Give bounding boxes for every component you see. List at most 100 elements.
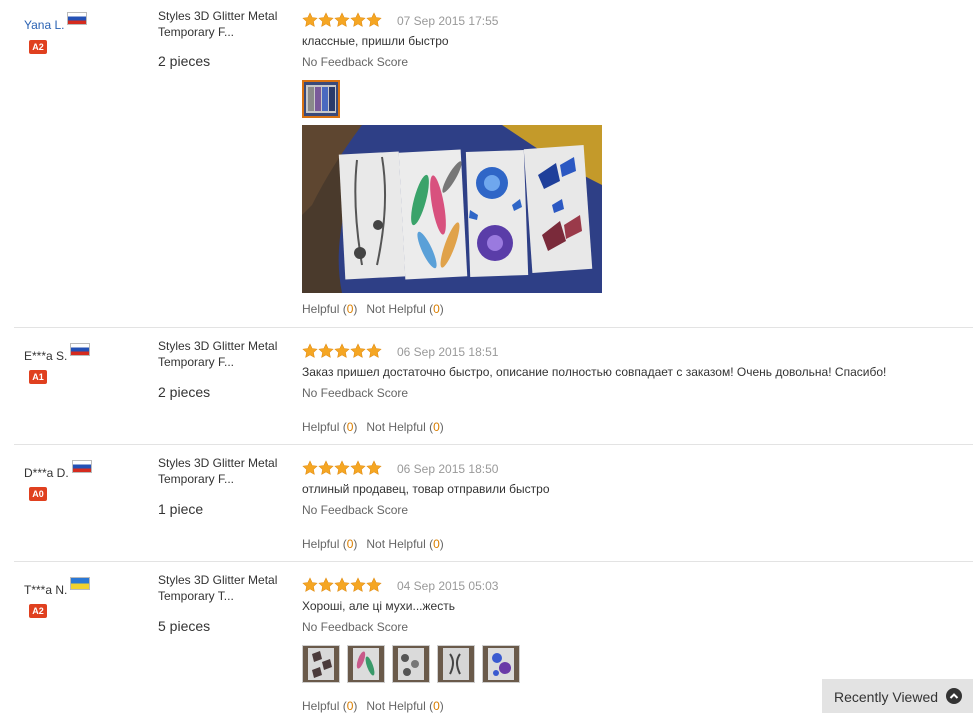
reviewer-name: E***a S. <box>24 349 68 363</box>
flag-ukraine-icon <box>70 577 91 590</box>
photo-thumbnail-image <box>303 646 339 682</box>
star-icon <box>366 577 382 593</box>
star-icon <box>302 343 318 359</box>
review-date: 04 Sep 2015 05:03 <box>397 579 499 593</box>
star-icon <box>302 12 318 28</box>
photo-thumbnail[interactable] <box>302 80 340 118</box>
helpful-label: Helpful <box>302 699 340 713</box>
helpful-votes: Helpful (0) Not Helpful (0) <box>302 302 444 316</box>
reviewer: D***a D. <box>24 460 92 480</box>
helpful-label: Helpful <box>302 420 340 434</box>
helpful-label: Helpful <box>302 302 340 316</box>
not-helpful-count: 0 <box>433 537 440 551</box>
quantity: 1 piece <box>158 501 204 517</box>
quantity: 2 pieces <box>158 384 211 400</box>
helpful-link[interactable]: Helpful (0) <box>302 537 357 551</box>
star-icon <box>350 343 366 359</box>
buyer-level-badge: A1 <box>29 370 47 384</box>
not-helpful-count: 0 <box>433 699 440 713</box>
not-helpful-label: Not Helpful <box>366 420 426 434</box>
photo-thumbnail-image <box>438 646 474 682</box>
not-helpful-label: Not Helpful <box>366 537 426 551</box>
flag-russia-icon <box>71 460 92 473</box>
quantity: 2 pieces <box>158 53 211 69</box>
helpful-count: 0 <box>346 699 354 713</box>
review-date: 07 Sep 2015 17:55 <box>397 14 499 28</box>
photo-thumbnail-image <box>348 646 384 682</box>
not-helpful-label: Not Helpful <box>366 699 426 713</box>
feedback-score: No Feedback Score <box>302 503 409 517</box>
helpful-votes: Helpful (0) Not Helpful (0) <box>302 699 444 713</box>
helpful-votes: Helpful (0) Not Helpful (0) <box>302 537 444 551</box>
helpful-count: 0 <box>346 537 354 551</box>
review-comment: Заказ пришел достаточно быстро, описание… <box>302 365 887 379</box>
reviewer: E***a S. <box>24 343 91 363</box>
flag-russia-icon <box>70 343 91 356</box>
helpful-votes: Helpful (0) Not Helpful (0) <box>302 420 444 434</box>
product-name[interactable]: Styles 3D Glitter Metal Temporary T... <box>158 572 286 604</box>
not-helpful-label: Not Helpful <box>366 302 426 316</box>
feedback-score: No Feedback Score <box>302 386 409 400</box>
helpful-link[interactable]: Helpful (0) <box>302 302 357 316</box>
product-name[interactable]: Styles 3D Glitter Metal Temporary F... <box>158 455 286 487</box>
review-item: E***a S. A1 Styles 3D Glitter Metal Temp… <box>14 327 973 445</box>
review-photo-image <box>302 125 602 293</box>
review-comment: Хороші, але ці мухи...жесть <box>302 599 455 613</box>
reviewer-name: T***a N. <box>24 583 68 597</box>
product-name[interactable]: Styles 3D Glitter Metal Temporary F... <box>158 8 286 40</box>
star-icon <box>318 12 334 28</box>
photo-thumbnail-image <box>393 646 429 682</box>
photo-thumbnail[interactable] <box>392 645 430 683</box>
star-icon <box>350 460 366 476</box>
not-helpful-count: 0 <box>433 302 440 316</box>
review-item: Yana L. A2 Styles 3D Glitter Metal Tempo… <box>14 0 973 327</box>
photo-thumbnail[interactable] <box>482 645 520 683</box>
recently-viewed-label: Recently Viewed <box>834 689 939 705</box>
recently-viewed-button[interactable]: Recently Viewed <box>822 679 973 713</box>
star-icon <box>334 343 350 359</box>
star-icon <box>366 460 382 476</box>
review-comment: классные, пришли быстро <box>302 34 449 48</box>
star-icon <box>350 577 366 593</box>
photo-thumbnail-image <box>304 82 338 116</box>
photo-thumbnail-image <box>483 646 519 682</box>
product-name[interactable]: Styles 3D Glitter Metal Temporary F... <box>158 338 286 370</box>
star-icon <box>302 577 318 593</box>
buyer-level-badge: A0 <box>29 487 47 501</box>
photo-thumbnail[interactable] <box>302 645 340 683</box>
feedback-score: No Feedback Score <box>302 55 409 69</box>
not-helpful-link[interactable]: Not Helpful (0) <box>366 302 443 316</box>
quantity: 5 pieces <box>158 618 211 634</box>
buyer-level-badge: A2 <box>29 40 47 54</box>
review-comment: отлиный продавец, товар отправили быстро <box>302 482 550 496</box>
photo-thumbnail[interactable] <box>347 645 385 683</box>
review-date: 06 Sep 2015 18:51 <box>397 345 499 359</box>
helpful-count: 0 <box>346 420 354 434</box>
reviewer: T***a N. <box>24 577 91 597</box>
star-icon <box>318 343 334 359</box>
star-icon <box>366 343 382 359</box>
not-helpful-link[interactable]: Not Helpful (0) <box>366 420 443 434</box>
helpful-count: 0 <box>346 302 354 316</box>
star-icon <box>350 12 366 28</box>
star-icon <box>302 460 318 476</box>
reviewer: Yana L. <box>24 12 88 32</box>
photo-thumbnail[interactable] <box>437 645 475 683</box>
not-helpful-link[interactable]: Not Helpful (0) <box>366 699 443 713</box>
feedback-score: No Feedback Score <box>302 620 409 634</box>
helpful-link[interactable]: Helpful (0) <box>302 699 357 713</box>
star-icon <box>334 460 350 476</box>
star-icon <box>334 12 350 28</box>
star-rating <box>302 460 382 476</box>
flag-russia-icon <box>67 12 88 25</box>
star-rating <box>302 343 382 359</box>
not-helpful-link[interactable]: Not Helpful (0) <box>366 537 443 551</box>
reviewer-name[interactable]: Yana L. <box>24 18 64 32</box>
reviewer-name: D***a D. <box>24 466 69 480</box>
star-icon <box>334 577 350 593</box>
star-rating <box>302 577 382 593</box>
helpful-link[interactable]: Helpful (0) <box>302 420 357 434</box>
review-photo[interactable] <box>302 125 602 293</box>
chevron-up-circle-icon <box>946 688 962 704</box>
star-icon <box>318 460 334 476</box>
